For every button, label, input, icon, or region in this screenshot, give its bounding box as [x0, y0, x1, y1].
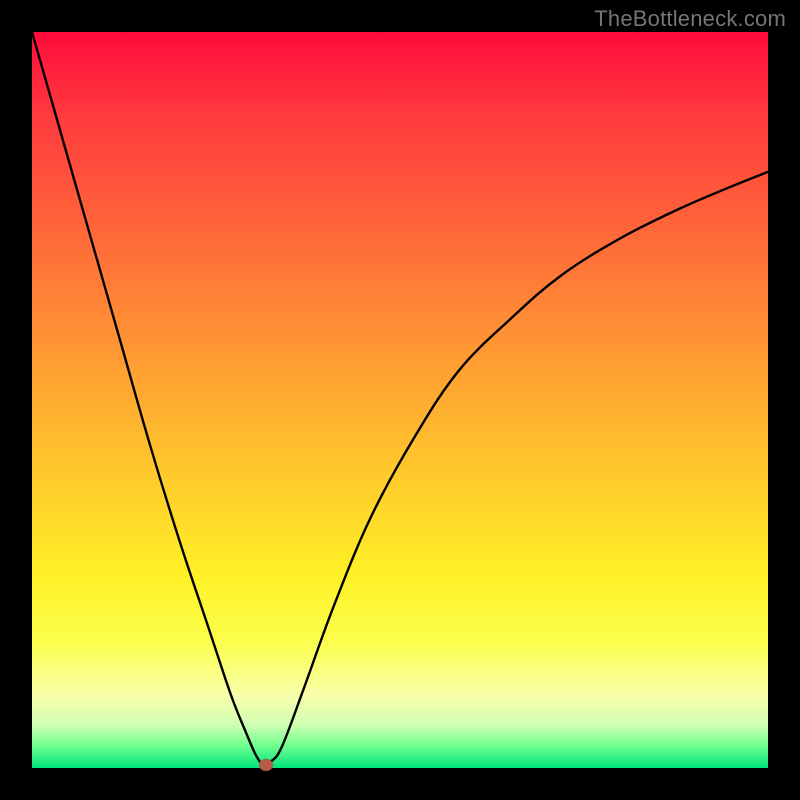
- minimum-marker: [259, 759, 273, 771]
- plot-area: [32, 32, 768, 768]
- chart-frame: TheBottleneck.com: [0, 0, 800, 800]
- watermark-text: TheBottleneck.com: [594, 6, 786, 32]
- bottleneck-curve: [32, 32, 768, 768]
